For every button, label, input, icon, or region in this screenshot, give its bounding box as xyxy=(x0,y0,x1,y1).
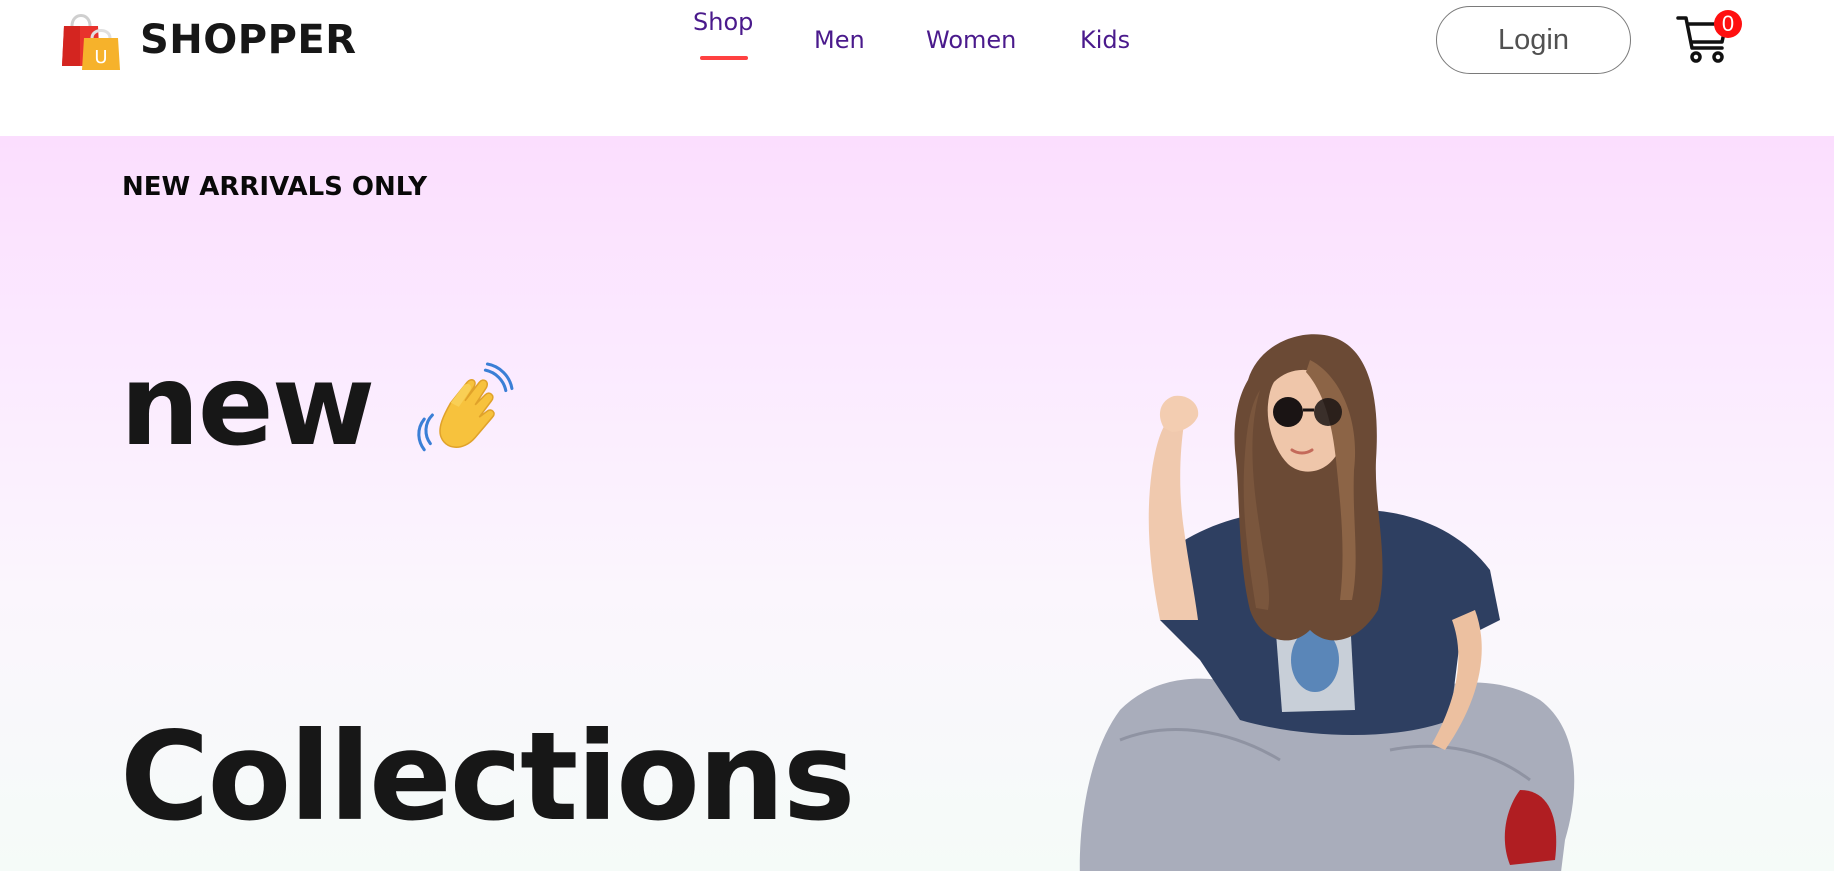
cart-button[interactable]: 0 xyxy=(1676,8,1742,64)
nav-item-shop[interactable]: Shop xyxy=(693,8,753,36)
nav-item-kids[interactable]: Kids xyxy=(1080,26,1130,54)
login-button[interactable]: Login xyxy=(1436,6,1631,74)
cart-count-badge: 0 xyxy=(1714,10,1742,38)
nav-item-men[interactable]: Men xyxy=(814,26,865,54)
active-nav-underline xyxy=(700,56,748,60)
hero-tagline: NEW ARRIVALS ONLY xyxy=(122,172,428,202)
nav-item-women[interactable]: Women xyxy=(926,26,1016,54)
waving-hand-icon xyxy=(417,362,514,452)
hero-headline-new: new xyxy=(120,341,375,471)
hero-headline-collections: Collections xyxy=(120,706,855,848)
navbar: U SHOPPER Shop Men Women Kids Login 0 xyxy=(0,0,1834,136)
hero-section: NEW ARRIVALS ONLY new Collections xyxy=(0,136,1834,871)
model-photo xyxy=(1079,334,1575,871)
